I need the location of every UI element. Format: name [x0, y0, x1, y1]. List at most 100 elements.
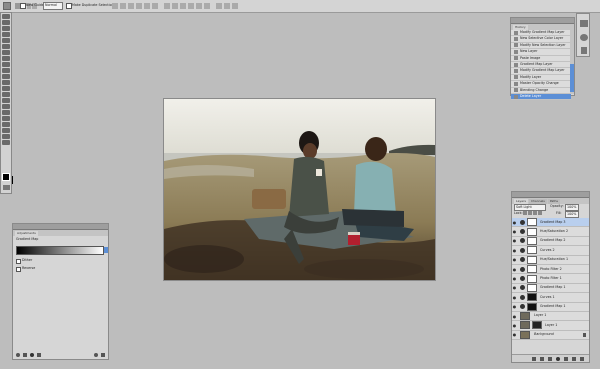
reverse-checkbox[interactable]: [16, 267, 21, 272]
pen-tool-icon[interactable]: [2, 98, 10, 103]
layer-row[interactable]: ● Gradient Map 3: [512, 218, 589, 228]
eye-icon[interactable]: ●: [512, 285, 517, 290]
layer-mask-thumb[interactable]: [527, 236, 537, 245]
paragraph-panel-icon[interactable]: [581, 47, 587, 54]
crop-tool-icon[interactable]: [2, 38, 10, 43]
new-group-icon[interactable]: [564, 356, 568, 361]
3d-orbit-tool-icon[interactable]: [2, 128, 10, 133]
fill-field[interactable]: 100%: [565, 211, 579, 218]
foreground-color-swatch[interactable]: [2, 173, 10, 181]
eye-icon[interactable]: ●: [512, 323, 517, 328]
options-bar: New Guide Normal Make Duplicate Selectio…: [0, 0, 600, 13]
gradient-tool-icon[interactable]: [2, 80, 10, 85]
layer-style-icon[interactable]: [540, 356, 544, 361]
link-layers-icon[interactable]: [532, 356, 536, 361]
layer-mask-thumb[interactable]: [532, 321, 542, 330]
layer-row[interactable]: ● Curves 2: [512, 246, 589, 256]
swatches-panel-icon[interactable]: [580, 34, 588, 41]
layer-mask-thumb[interactable]: [527, 246, 537, 255]
healing-tool-icon[interactable]: [2, 50, 10, 55]
lock-icons[interactable]: [523, 211, 542, 215]
history-scrollbar[interactable]: [570, 30, 574, 94]
lock-icon: [583, 332, 586, 337]
eye-icon[interactable]: ●: [512, 304, 517, 309]
eye-icon[interactable]: ●: [512, 314, 517, 319]
new-adjustment-icon[interactable]: [556, 356, 560, 361]
lasso-tool-icon[interactable]: [2, 26, 10, 31]
eye-icon[interactable]: ●: [512, 276, 517, 281]
eraser-tool-icon[interactable]: [2, 74, 10, 79]
layer-row[interactable]: ● Gradient Map 2: [512, 236, 589, 247]
layer-mask-thumb[interactable]: [527, 283, 537, 292]
gradient-dropdown-icon[interactable]: [104, 247, 108, 253]
eye-icon[interactable]: ●: [512, 332, 517, 337]
layer-mask-thumb[interactable]: [527, 302, 537, 311]
mode-select[interactable]: Normal: [43, 2, 63, 10]
shape-tool-icon[interactable]: [2, 116, 10, 121]
brush-tool-icon[interactable]: [2, 56, 10, 61]
layer-mask-thumb[interactable]: [527, 274, 537, 283]
delete-adjustment-icon[interactable]: [101, 353, 105, 357]
eye-icon[interactable]: ●: [512, 220, 517, 225]
history-list: Modify Gradient Map Layer New Selective …: [511, 30, 571, 101]
layers-panel: Layers Channels Paths Soft Light Opacity…: [511, 191, 590, 363]
gradient-picker[interactable]: [16, 246, 104, 255]
history-brush-tool-icon[interactable]: [2, 68, 10, 73]
layer-row[interactable]: ● Layer 1: [512, 311, 589, 322]
eye-icon[interactable]: ●: [512, 248, 517, 253]
layer-row[interactable]: ● Gradient Map 1: [512, 283, 589, 294]
photo-filter-icon: [520, 266, 525, 272]
hand-tool-icon[interactable]: [2, 134, 10, 139]
add-mask-icon[interactable]: [548, 356, 552, 361]
blur-tool-icon[interactable]: [2, 86, 10, 91]
layer-row[interactable]: ● Background: [512, 330, 589, 341]
expand-icon[interactable]: [23, 353, 27, 357]
color-panel-icon[interactable]: [580, 20, 588, 27]
opacity-field[interactable]: 100%: [565, 204, 579, 211]
dodge-tool-icon[interactable]: [2, 92, 10, 97]
quick-mask-icon[interactable]: [3, 185, 10, 190]
history-state-icon: [514, 69, 518, 74]
eye-icon[interactable]: ●: [512, 267, 517, 272]
layer-mask-thumb[interactable]: [527, 218, 537, 227]
layer-mask-thumb[interactable]: [527, 265, 537, 274]
tool-preset-icon[interactable]: [3, 2, 11, 10]
layer-row[interactable]: ● Curves 1: [512, 293, 589, 303]
reset-icon[interactable]: [94, 353, 98, 357]
clone-stamp-tool-icon[interactable]: [2, 62, 10, 67]
eye-icon[interactable]: ●: [512, 229, 517, 234]
layer-row[interactable]: ● Photo Filter 2: [512, 264, 589, 275]
history-item-active[interactable]: Delete Layer: [511, 93, 571, 101]
layer-mask-thumb[interactable]: [527, 293, 537, 302]
document-canvas[interactable]: [164, 99, 435, 280]
layer-row[interactable]: ● Hue/Saturation 1: [512, 255, 589, 265]
eye-icon[interactable]: ●: [512, 238, 517, 243]
type-tool-icon[interactable]: [2, 104, 10, 109]
eyedropper-tool-icon[interactable]: [2, 44, 10, 49]
clip-icon[interactable]: [30, 353, 34, 357]
layer-row[interactable]: ● Hue/Saturation 2: [512, 227, 589, 237]
visibility-icon[interactable]: [37, 353, 41, 357]
layer-row[interactable]: ● Layer 1: [512, 321, 589, 331]
move-tool-icon[interactable]: [2, 14, 10, 19]
dither-checkbox[interactable]: [16, 259, 21, 264]
marquee-tool-icon[interactable]: [2, 20, 10, 25]
blend-mode-select[interactable]: Soft Light: [514, 204, 546, 211]
return-icon[interactable]: [16, 353, 20, 357]
quick-select-tool-icon[interactable]: [2, 32, 10, 37]
tab-adjustments[interactable]: Adjustments: [15, 231, 38, 236]
path-select-tool-icon[interactable]: [2, 110, 10, 115]
3d-rotate-tool-icon[interactable]: [2, 122, 10, 127]
layer-mask-thumb[interactable]: [527, 227, 537, 236]
new-layer-icon[interactable]: [572, 356, 576, 361]
eye-icon[interactable]: ●: [512, 295, 517, 300]
blend-mode-value: Soft Light: [516, 205, 532, 209]
layer-row[interactable]: ● Photo Filter 1: [512, 274, 589, 284]
eye-icon[interactable]: ●: [512, 257, 517, 262]
trash-icon[interactable]: [580, 356, 584, 361]
gradient-map-icon: [520, 219, 525, 225]
layer-row[interactable]: ● Gradient Map 1: [512, 302, 589, 312]
align-buttons[interactable]: [112, 3, 238, 9]
zoom-tool-icon[interactable]: [2, 140, 10, 145]
layer-mask-thumb[interactable]: [527, 255, 537, 264]
